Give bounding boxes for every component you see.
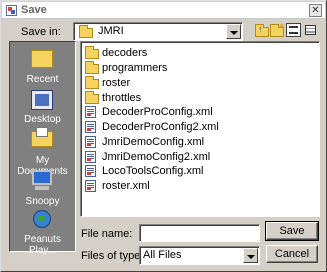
file-name: JmriDemoConfig.xml — [102, 136, 205, 148]
save-button[interactable]: Save — [265, 221, 319, 241]
save-in-label: Save in: — [21, 26, 61, 38]
save-in-combo[interactable]: JMRI — [73, 22, 243, 41]
file-name: roster — [102, 77, 131, 89]
list-item[interactable]: roster — [83, 76, 317, 90]
network-icon — [33, 210, 51, 228]
place-my-documents[interactable]: My Documents — [10, 127, 75, 177]
list-item[interactable]: roster.xml — [83, 179, 317, 193]
folder-icon — [85, 91, 99, 104]
close-button[interactable]: ✕ — [309, 4, 322, 17]
title-bar[interactable]: Save ✕ — [2, 2, 325, 19]
new-folder-button[interactable]: ✶ — [269, 21, 286, 37]
file-type-label: Files of type: — [81, 250, 144, 262]
list-item[interactable]: DecoderProConfig2.xml — [83, 120, 317, 134]
details-view-icon — [305, 25, 316, 35]
file-list[interactable]: decoders programmers roster throttles De… — [80, 41, 320, 217]
xml-file-icon — [85, 180, 96, 192]
file-name: roster.xml — [102, 180, 150, 192]
place-peanuts-play[interactable]: Peanuts Play... — [10, 208, 75, 256]
xml-file-icon — [85, 165, 96, 177]
file-type-value: All Files — [143, 249, 182, 261]
save-in-value: JMRI — [98, 25, 124, 37]
place-snoopy[interactable]: Snoopy — [10, 170, 75, 210]
file-name: JmriDemoConfig2.xml — [102, 151, 211, 163]
list-item[interactable]: DecoderProConfig.xml — [83, 105, 317, 119]
chevron-down-icon[interactable] — [226, 24, 241, 39]
place-label: Desktop — [24, 114, 61, 125]
file-name: DecoderProConfig2.xml — [102, 121, 219, 133]
file-name: throttles — [102, 92, 142, 104]
file-name: DecoderProConfig.xml — [102, 106, 213, 118]
app-icon — [6, 5, 17, 16]
xml-file-icon — [85, 106, 96, 118]
computer-icon — [32, 170, 52, 185]
list-view-icon — [289, 26, 298, 34]
details-view-button[interactable] — [303, 23, 318, 37]
up-one-level-button[interactable]: ↑ — [254, 23, 269, 37]
list-item[interactable]: programmers — [83, 61, 317, 75]
list-item[interactable]: LocoToolsConfig.xml — [83, 164, 317, 178]
folder-icon — [79, 25, 93, 38]
places-bar: Recent Desktop My Documents Snoopy Peanu… — [9, 41, 76, 256]
xml-file-icon — [85, 121, 96, 133]
place-label: Peanuts Play... — [24, 234, 61, 256]
file-name-label: File name: — [81, 228, 133, 240]
place-label: Snoopy — [25, 196, 60, 207]
list-item[interactable]: decoders — [83, 46, 317, 60]
file-name: decoders — [102, 47, 148, 59]
xml-file-icon — [85, 136, 96, 148]
list-view-button[interactable] — [286, 23, 301, 37]
place-desktop[interactable]: Desktop — [10, 88, 75, 128]
cancel-button[interactable]: Cancel — [266, 245, 318, 263]
place-label: Recent — [26, 74, 59, 85]
file-name-input[interactable] — [139, 224, 260, 242]
place-recent[interactable]: Recent — [10, 46, 75, 86]
file-type-combo[interactable]: All Files — [139, 246, 260, 265]
documents-icon — [31, 127, 53, 147]
list-item[interactable]: JmriDemoConfig2.xml — [83, 150, 317, 164]
xml-file-icon — [85, 151, 96, 163]
window-title: Save — [21, 4, 47, 16]
folder-icon — [31, 50, 53, 68]
folder-icon — [85, 76, 99, 89]
save-dialog: Save ✕ Save in: JMRI ↑ ✶ Recent Desktop — [0, 0, 327, 272]
folder-icon — [85, 61, 99, 74]
file-name: LocoToolsConfig.xml — [102, 165, 204, 177]
desktop-icon — [31, 90, 53, 110]
file-name: programmers — [102, 62, 168, 74]
list-item[interactable]: JmriDemoConfig.xml — [83, 135, 317, 149]
folder-icon — [85, 46, 99, 59]
chevron-down-icon[interactable] — [243, 248, 258, 263]
list-item[interactable]: throttles — [83, 91, 317, 105]
